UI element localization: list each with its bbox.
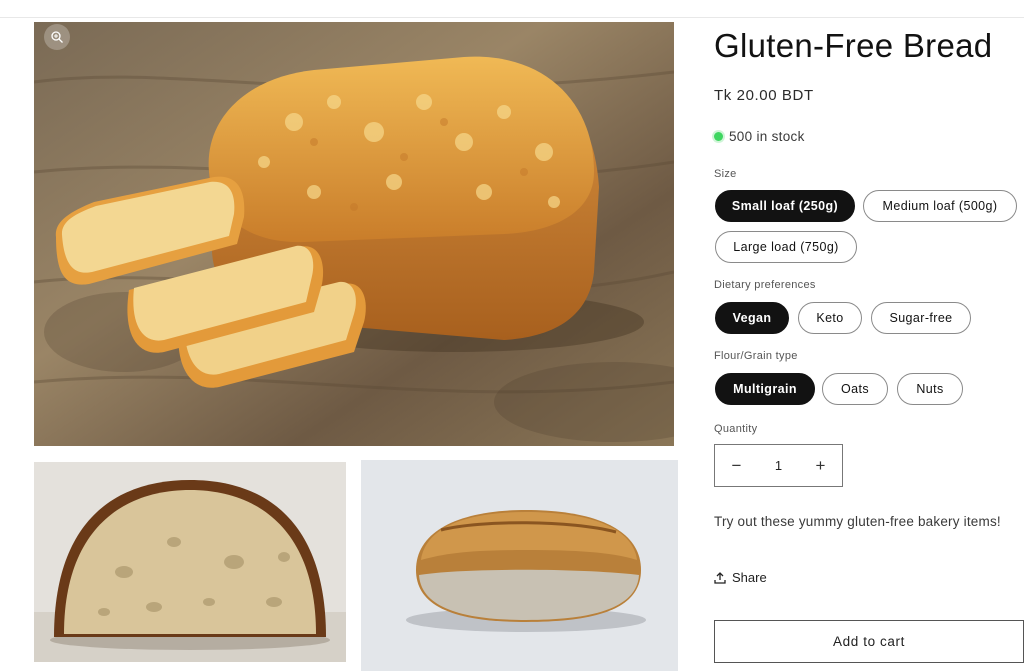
quantity-decrease-button[interactable]: −	[715, 445, 758, 486]
quantity-label: Quantity	[714, 423, 758, 435]
size-option-large[interactable]: Large load (750g)	[715, 231, 857, 263]
share-button[interactable]: Share	[714, 570, 767, 585]
stock-text: 500 in stock	[729, 129, 805, 144]
dietary-label: Dietary preferences	[714, 279, 816, 291]
share-icon	[714, 571, 726, 584]
quantity-stepper: − 1 +	[714, 444, 843, 487]
size-option-medium[interactable]: Medium loaf (500g)	[863, 190, 1017, 222]
stock-dot-icon	[714, 132, 723, 141]
product-main-image[interactable]	[34, 22, 674, 446]
quantity-input[interactable]: 1	[758, 458, 799, 473]
product-info-panel: Gluten-Free Bread Tk 20.00 BDT 500 in st…	[714, 0, 1024, 671]
product-title: Gluten-Free Bread	[714, 27, 993, 64]
zoom-in-icon[interactable]	[44, 24, 70, 50]
size-label: Size	[714, 168, 737, 180]
dietary-option-vegan[interactable]: Vegan	[715, 302, 789, 334]
dietary-option-keto[interactable]: Keto	[798, 302, 862, 334]
product-price: Tk 20.00 BDT	[714, 87, 814, 104]
product-description: Try out these yummy gluten-free bakery i…	[714, 514, 1001, 529]
stock-status: 500 in stock	[714, 129, 805, 144]
dietary-option-sugar-free[interactable]: Sugar-free	[871, 302, 971, 334]
share-label: Share	[732, 570, 767, 585]
add-to-cart-button[interactable]: Add to cart	[714, 620, 1024, 663]
flour-option-nuts[interactable]: Nuts	[897, 373, 963, 405]
flour-option-oats[interactable]: Oats	[822, 373, 888, 405]
quantity-increase-button[interactable]: +	[799, 445, 842, 486]
product-thumbnail-rustic-loaf[interactable]	[361, 460, 678, 671]
flour-label: Flour/Grain type	[714, 350, 798, 362]
size-option-small[interactable]: Small loaf (250g)	[715, 190, 855, 222]
flour-option-multigrain[interactable]: Multigrain	[715, 373, 815, 405]
product-thumbnail-sourdough[interactable]	[34, 462, 346, 662]
